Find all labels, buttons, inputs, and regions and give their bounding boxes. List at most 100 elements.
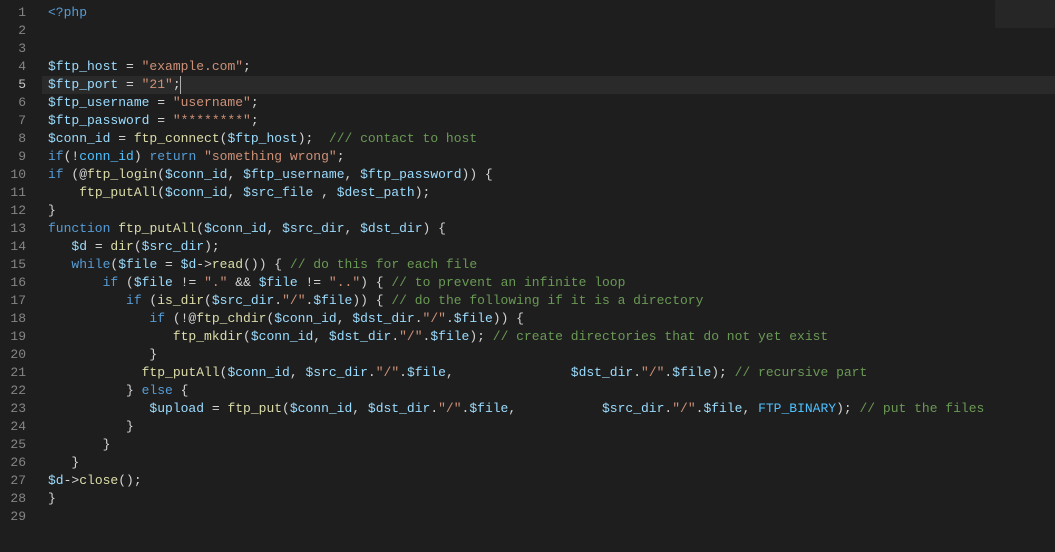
code-line[interactable]: }	[42, 490, 1055, 508]
code-line[interactable]: if (is_dir($src_dir."/".$file)) { // do …	[42, 292, 1055, 310]
code-line[interactable]: ftp_putAll($conn_id, $src_dir."/".$file,…	[42, 364, 1055, 382]
code-line[interactable]: if(!conn_id) return "something wrong";	[42, 148, 1055, 166]
line-number: 17	[8, 292, 26, 310]
code-token: (!@	[165, 311, 196, 326]
code-token: read	[212, 257, 243, 272]
code-token: );	[711, 365, 734, 380]
code-line[interactable]: $ftp_password = "********";	[42, 112, 1055, 130]
line-number: 7	[8, 112, 26, 130]
code-token: ->	[196, 257, 212, 272]
code-token: $src_dir	[142, 239, 204, 254]
line-number: 19	[8, 328, 26, 346]
code-token: .	[274, 293, 282, 308]
code-token: )	[134, 149, 150, 164]
code-line[interactable]: $d->close();	[42, 472, 1055, 490]
code-token: $conn_id	[165, 167, 227, 182]
code-token: ftp_putAll	[142, 365, 220, 380]
code-line[interactable]: $upload = ftp_put($conn_id, $dst_dir."/"…	[42, 400, 1055, 418]
code-line[interactable]: $ftp_username = "username";	[42, 94, 1055, 112]
line-number: 16	[8, 274, 26, 292]
code-token: )) {	[462, 167, 493, 182]
code-token: return	[149, 149, 196, 164]
line-number: 11	[8, 184, 26, 202]
code-token: $ftp_host	[227, 131, 297, 146]
code-line[interactable]: ftp_mkdir($conn_id, $dst_dir."/".$file);…	[42, 328, 1055, 346]
code-token: $file	[430, 329, 469, 344]
code-line[interactable]: <?php	[42, 4, 1055, 22]
code-token: "/"	[399, 329, 422, 344]
code-token: "********"	[173, 113, 251, 128]
code-token	[48, 401, 149, 416]
code-token: (	[204, 293, 212, 308]
code-editor[interactable]: 1234567891011121314151617181920212223242…	[0, 0, 1055, 552]
code-token: }	[48, 203, 56, 218]
code-line[interactable]: }	[42, 436, 1055, 454]
code-line[interactable]	[42, 22, 1055, 40]
line-number: 12	[8, 202, 26, 220]
code-line[interactable]: if (!@ftp_chdir($conn_id, $dst_dir."/".$…	[42, 310, 1055, 328]
code-token: ,	[508, 401, 602, 416]
code-line[interactable]	[42, 40, 1055, 58]
code-token: ();	[118, 473, 141, 488]
code-token: !=	[173, 275, 204, 290]
code-token: =	[110, 131, 133, 146]
code-token: ,	[313, 185, 336, 200]
code-token: );	[298, 131, 329, 146]
code-token: $conn_id	[290, 401, 352, 416]
code-token: )) {	[352, 293, 391, 308]
code-token: // create directories that do not yet ex…	[493, 329, 828, 344]
code-token: (@	[64, 167, 87, 182]
code-line[interactable]: if ($file != "." && $file != "..") { // …	[42, 274, 1055, 292]
code-token: if	[126, 293, 142, 308]
code-token: ftp_putAll	[118, 221, 196, 236]
text-cursor	[180, 76, 181, 94]
code-line[interactable]	[42, 508, 1055, 526]
code-line[interactable]: }	[42, 454, 1055, 472]
code-line[interactable]: }	[42, 418, 1055, 436]
code-token: /// contact to host	[329, 131, 477, 146]
code-token: ) {	[360, 275, 391, 290]
code-token	[48, 185, 79, 200]
line-number: 4	[8, 58, 26, 76]
code-token: $file	[672, 365, 711, 380]
code-token: "username"	[173, 95, 251, 110]
code-token: (	[196, 221, 204, 236]
code-token: =	[118, 77, 141, 92]
code-token: $file	[454, 311, 493, 326]
code-line[interactable]: $ftp_port = "21";	[42, 76, 1055, 94]
line-number: 2	[8, 22, 26, 40]
code-token	[196, 149, 204, 164]
code-line[interactable]: if (@ftp_login($conn_id, $ftp_username, …	[42, 166, 1055, 184]
code-token	[48, 311, 149, 326]
code-token: )) {	[493, 311, 524, 326]
code-line[interactable]: $d = dir($src_dir);	[42, 238, 1055, 256]
code-line[interactable]: $conn_id = ftp_connect($ftp_host); /// c…	[42, 130, 1055, 148]
code-token: $src_dir	[602, 401, 664, 416]
code-token: $conn_id	[274, 311, 336, 326]
code-line[interactable]: }	[42, 202, 1055, 220]
code-line[interactable]: }	[42, 346, 1055, 364]
code-line[interactable]: while($file = $d->read()) { // do this f…	[42, 256, 1055, 274]
code-line[interactable]: function ftp_putAll($conn_id, $src_dir, …	[42, 220, 1055, 238]
code-token: // do this for each file	[290, 257, 477, 272]
code-line[interactable]: ftp_putAll($conn_id, $src_file , $dest_p…	[42, 184, 1055, 202]
code-token: (!	[64, 149, 80, 164]
code-token: ,	[290, 365, 306, 380]
code-token: dir	[110, 239, 133, 254]
code-token: // put the files	[859, 401, 984, 416]
code-token: (	[243, 329, 251, 344]
code-token: $file	[703, 401, 742, 416]
code-token: "/"	[641, 365, 664, 380]
code-token: $src_dir	[305, 365, 367, 380]
line-number: 10	[8, 166, 26, 184]
code-area[interactable]: <?php $ftp_host = "example.com";$ftp_port…	[42, 0, 1055, 552]
code-token: $src_dir	[282, 221, 344, 236]
code-token: .	[446, 311, 454, 326]
code-token: (	[142, 293, 158, 308]
code-line[interactable]: } else {	[42, 382, 1055, 400]
code-token: $d	[48, 473, 64, 488]
line-number: 8	[8, 130, 26, 148]
line-number: 14	[8, 238, 26, 256]
code-token: $dst_dir	[571, 365, 633, 380]
code-line[interactable]: $ftp_host = "example.com";	[42, 58, 1055, 76]
